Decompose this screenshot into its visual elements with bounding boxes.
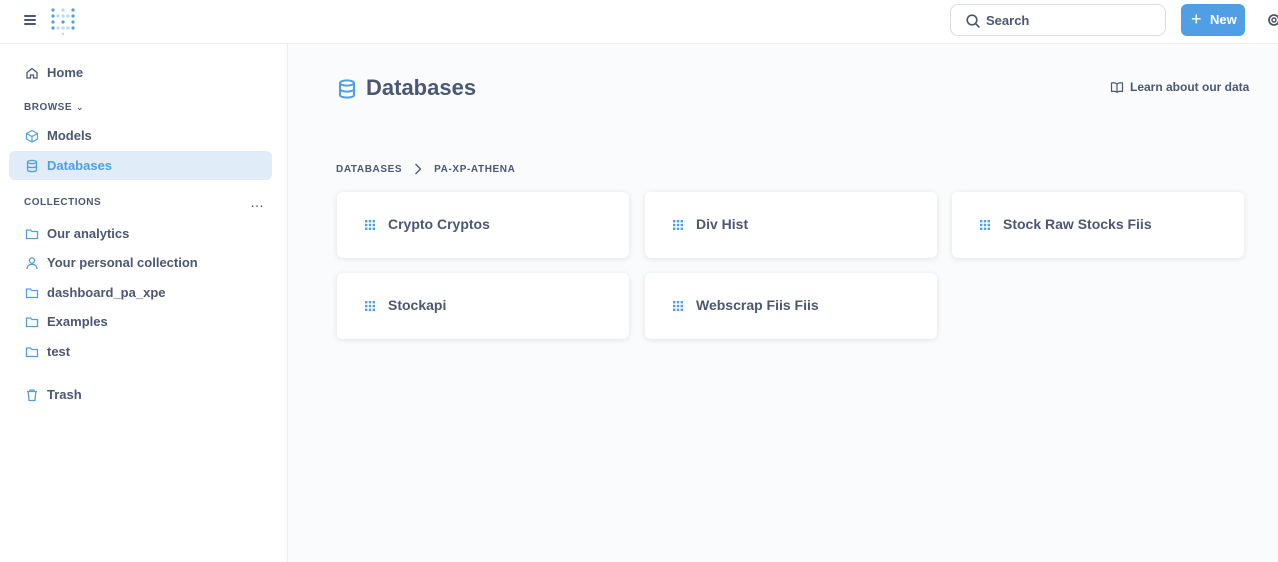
table-icon <box>673 220 683 230</box>
table-card-label: Stockapi <box>388 297 447 313</box>
collections-section-heading: COLLECTIONS <box>24 197 102 208</box>
learn-link-label: Learn about our data <box>1130 80 1250 94</box>
search-input[interactable]: Search <box>950 4 1166 36</box>
table-card-label: Crypto Cryptos <box>388 216 490 232</box>
top-bar: Search + New <box>0 0 1278 44</box>
sidebar-item-label: Examples <box>47 314 108 329</box>
table-card-div-hist[interactable]: Div Hist <box>645 192 937 258</box>
sidebar-item-label: dashboard_pa_xpe <box>47 285 166 300</box>
home-icon <box>26 67 38 79</box>
learn-about-data-link[interactable]: Learn about our data <box>1110 80 1249 94</box>
sidebar-item-personal-collection[interactable]: Your personal collection <box>9 248 272 277</box>
sidebar: Home BROWSE ⌄ Models Databases COLLECTION… <box>0 44 288 562</box>
chevron-down-icon: ⌄ <box>76 102 85 112</box>
table-icon <box>673 301 683 311</box>
sidebar-item-trash[interactable]: Trash <box>9 380 272 409</box>
new-button[interactable]: + New <box>1181 4 1245 36</box>
plus-icon: + <box>1191 9 1202 29</box>
table-icon <box>365 220 375 230</box>
sidebar-item-label: Our analytics <box>47 226 130 241</box>
sidebar-item-home[interactable]: Home <box>9 58 272 87</box>
sidebar-item-label: Home <box>47 65 84 80</box>
browse-section-heading[interactable]: BROWSE ⌄ <box>24 102 84 113</box>
sidebar-item-label: Your personal collection <box>47 255 198 270</box>
table-icon <box>365 301 375 311</box>
table-card-label: Stock Raw Stocks Fiis <box>1003 216 1152 232</box>
trash-icon <box>27 388 37 401</box>
sidebar-item-models[interactable]: Models <box>9 121 272 150</box>
chevron-right-icon <box>415 163 422 175</box>
breadcrumb-database: PA-XP-ATHENA <box>434 163 516 175</box>
folder-icon <box>25 287 39 298</box>
breadcrumb-databases[interactable]: DATABASES <box>336 164 402 175</box>
breadcrumb: DATABASES PA-XP-ATHENA <box>336 163 515 175</box>
sidebar-item-label: Databases <box>47 158 113 173</box>
folder-icon <box>25 346 39 357</box>
sidebar-item-label: test <box>47 344 71 359</box>
collections-more-icon[interactable]: … <box>250 194 265 210</box>
database-icon <box>339 79 355 99</box>
sidebar-item-examples[interactable]: Examples <box>9 307 272 336</box>
folder-icon <box>25 228 39 239</box>
table-card-stockapi[interactable]: Stockapi <box>337 273 629 339</box>
metabase-logo-icon[interactable] <box>50 7 76 35</box>
new-button-label: New <box>1210 12 1237 27</box>
book-icon <box>1110 82 1124 93</box>
folder-icon <box>25 316 39 327</box>
sidebar-item-dashboard-pa-xpe[interactable]: dashboard_pa_xpe <box>9 278 272 307</box>
browse-heading-text: BROWSE <box>24 102 72 113</box>
search-icon <box>966 14 980 28</box>
table-card-crypto-cryptos[interactable]: Crypto Cryptos <box>337 192 629 258</box>
main-content: Databases Learn about our data DATABASES… <box>288 44 1278 562</box>
table-card-label: Webscrap Fiis Fiis <box>696 297 819 313</box>
database-icon <box>26 159 38 172</box>
sidebar-item-databases[interactable]: Databases <box>9 151 272 180</box>
table-card-stock-raw-stocks-fiis[interactable]: Stock Raw Stocks Fiis <box>952 192 1244 258</box>
sidebar-item-test[interactable]: test <box>9 337 272 366</box>
sidebar-item-our-analytics[interactable]: Our analytics <box>9 219 272 248</box>
page-title: Databases <box>366 75 477 100</box>
gear-icon[interactable] <box>1266 12 1278 28</box>
cube-icon <box>25 129 39 143</box>
sidebar-item-label: Trash <box>47 387 82 402</box>
sidebar-item-label: Models <box>47 128 92 143</box>
search-label: Search <box>986 13 1030 28</box>
table-card-label: Div Hist <box>696 216 749 232</box>
sidebar-toggle-icon[interactable] <box>24 14 36 26</box>
table-card-webscrap-fiis-fiis[interactable]: Webscrap Fiis Fiis <box>645 273 937 339</box>
person-icon <box>26 256 38 269</box>
table-icon <box>980 220 990 230</box>
